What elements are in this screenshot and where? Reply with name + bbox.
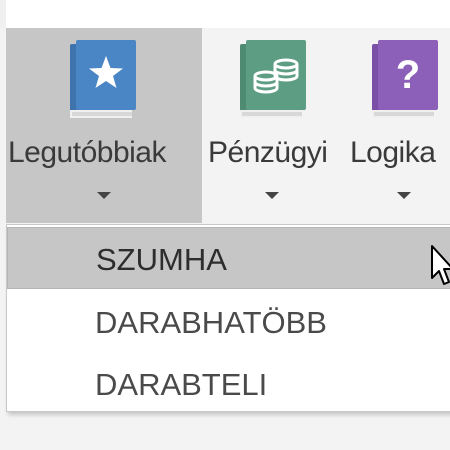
recently-used-dropdown: SZUMHA DARABHATÖBB DARABTELI [6, 224, 450, 412]
mouse-pointer-icon [431, 245, 450, 285]
chevron-down-icon [397, 192, 411, 199]
chevron-down-icon [265, 192, 279, 199]
financial-button[interactable]: Pénzügyi [202, 28, 342, 223]
financial-label: Pénzügyi [208, 136, 328, 169]
excel-function-library-screen: Legutóbbiak Pénzügyi ? Logika SZUMHA DAR… [0, 0, 450, 450]
book-star-icon [70, 40, 136, 118]
recently-used-label: Legutóbbiak [8, 136, 166, 169]
menu-item-countif[interactable]: DARABTELI [7, 353, 450, 415]
top-strip [0, 0, 450, 28]
book-question-icon: ? [372, 40, 438, 118]
menu-item-countifs[interactable]: DARABHATÖBB [7, 291, 450, 353]
top-strip-edge [0, 0, 6, 28]
menu-item-sumif[interactable]: SZUMHA [7, 227, 450, 289]
logical-button[interactable]: ? Logika [342, 28, 450, 223]
menu-item-label: DARABHATÖBB [95, 305, 327, 340]
book-coins-icon [240, 40, 306, 118]
svg-text:?: ? [396, 53, 420, 97]
menu-item-label: DARABTELI [95, 367, 268, 402]
chevron-down-icon [97, 192, 111, 199]
function-library-ribbon: Legutóbbiak Pénzügyi ? Logika [0, 28, 450, 223]
logical-label: Logika [350, 136, 436, 169]
recently-used-button[interactable]: Legutóbbiak [6, 28, 202, 223]
menu-item-label: SZUMHA [96, 242, 227, 277]
